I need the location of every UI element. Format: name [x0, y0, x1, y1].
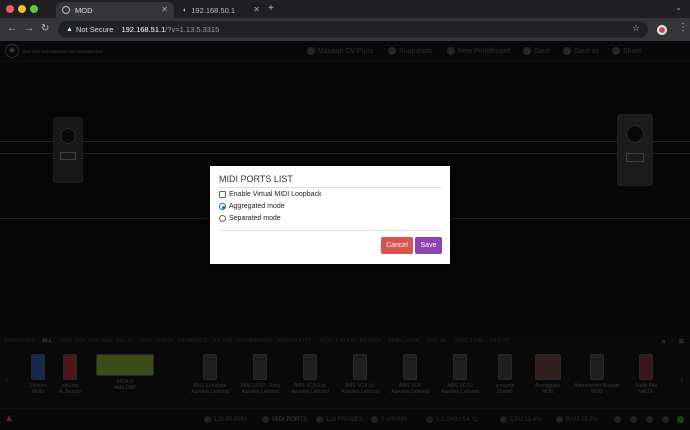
tab-title: 192.168.50.1	[191, 5, 236, 15]
divider	[219, 187, 441, 188]
security-label: Not Secure	[75, 25, 114, 34]
divider	[219, 230, 441, 231]
forward-arrow-icon[interactable]: →	[24, 23, 34, 34]
security-indicator[interactable]: ▲ Not Secure	[66, 25, 113, 34]
loopback-checkbox[interactable]	[219, 191, 226, 198]
tab-search-chevron-icon[interactable]: ⌄	[675, 3, 682, 12]
dialog-title: MIDI PORTS LIST	[219, 174, 293, 184]
url-field[interactable]: ▲ Not Secure 192.168.51.1/?v=1.13.5.3315…	[58, 21, 648, 38]
close-tab-icon[interactable]: ✕	[161, 5, 168, 14]
option-label: Separated mode	[229, 215, 281, 222]
aggregated-mode-option[interactable]: Aggregated mode	[219, 203, 285, 210]
browser-tab-bar: MOD ✕ ◖ 192.168.50.1 ✕ + ⌄	[0, 0, 690, 18]
minimize-window-button[interactable]	[18, 5, 26, 13]
tab-title: MOD	[75, 5, 93, 15]
browser-menu-icon[interactable]: ⋮	[678, 22, 688, 33]
virtual-midi-loopback-option[interactable]: Enable Virtual MIDI Loopback	[219, 191, 321, 198]
aggregated-mode-radio[interactable]	[219, 203, 226, 210]
close-window-button[interactable]	[6, 5, 14, 13]
browser-tab-router[interactable]: ◖ 192.168.50.1 ✕	[176, 2, 266, 18]
page-favicon-icon: ◖	[182, 6, 187, 14]
url-path: /?v=1.13.5.3315	[165, 25, 220, 34]
profile-avatar[interactable]	[657, 25, 667, 35]
option-label: Enable Virtual MIDI Loopback	[229, 191, 322, 198]
back-arrow-icon[interactable]: ←	[7, 23, 17, 34]
cancel-button[interactable]: Cancel	[381, 237, 413, 254]
browser-tab-mod[interactable]: MOD ✕	[56, 2, 174, 18]
browser-address-bar: ← → ↻ ▲ Not Secure 192.168.51.1/?v=1.13.…	[0, 18, 690, 41]
option-label: Aggregated mode	[229, 203, 285, 210]
maximize-window-button[interactable]	[30, 5, 38, 13]
midi-ports-dialog: MIDI PORTS LIST Enable Virtual MIDI Loop…	[210, 166, 450, 264]
new-tab-icon[interactable]: +	[268, 3, 274, 14]
separated-mode-option[interactable]: Separated mode	[219, 215, 281, 222]
reload-icon[interactable]: ↻	[41, 23, 49, 34]
separated-mode-radio[interactable]	[219, 215, 226, 222]
bookmark-star-icon[interactable]: ☆	[632, 23, 640, 34]
close-tab-icon[interactable]: ✕	[253, 5, 260, 14]
warning-icon: ▲	[66, 26, 73, 33]
save-button[interactable]: Save	[415, 237, 442, 254]
mod-favicon-icon	[62, 6, 70, 14]
url-host: 192.168.51.1	[121, 25, 166, 34]
